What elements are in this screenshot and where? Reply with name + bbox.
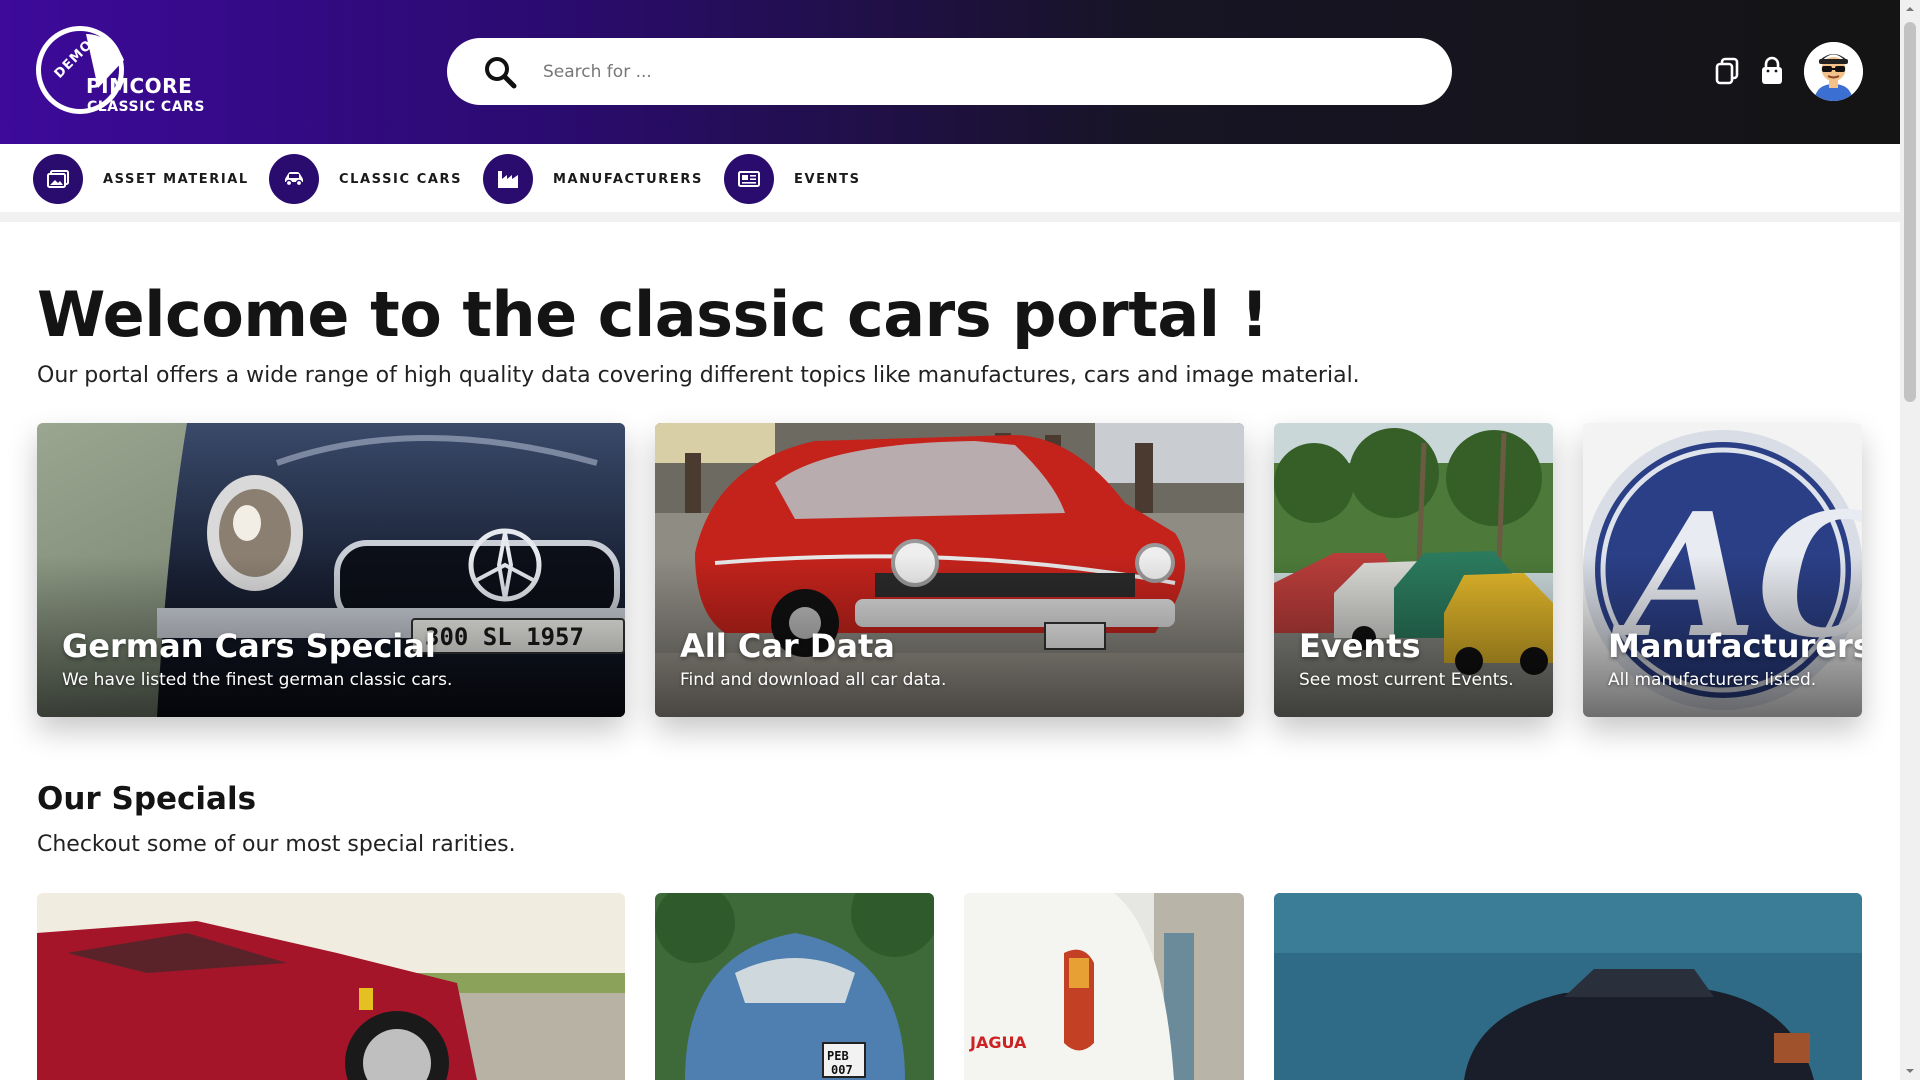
user-avatar[interactable] — [1804, 42, 1863, 101]
pimcore-logo[interactable]: DEMO PIMCORE CLASSIC CARS — [36, 26, 206, 118]
search-bar — [447, 38, 1452, 105]
search-icon[interactable] — [483, 55, 517, 89]
car-icon — [285, 172, 303, 187]
card-description: All manufacturers listed. — [1608, 670, 1817, 690]
scrollbar-thumb[interactable] — [1904, 22, 1916, 402]
special-card-fiat[interactable] — [1274, 893, 1862, 1080]
specials-title: Our Specials — [37, 781, 257, 817]
svg-text:JAGUA: JAGUA — [969, 1033, 1027, 1052]
card-description: See most current Events. — [1299, 670, 1514, 690]
card-title: Manufacturers — [1608, 627, 1862, 665]
nav-label: CLASSIC CARS — [339, 171, 463, 187]
nav-icon-circle — [483, 154, 533, 204]
nav-item-classic-cars[interactable]: CLASSIC CARS — [269, 154, 462, 204]
blue-beetle-image: PEB 007 — [655, 893, 934, 1080]
nav-item-events[interactable]: EVENTS — [724, 154, 861, 204]
card-events[interactable]: Events See most current Events. — [1274, 423, 1553, 717]
card-german-cars-special[interactable]: 300 SL 1957 German Cars Special We have … — [37, 423, 625, 717]
nav-item-asset-material[interactable]: ASSET MATERIAL — [33, 154, 249, 204]
nav-icon-circle — [724, 154, 774, 204]
nav-label: MANUFACTURERS — [553, 171, 703, 187]
card-title: German Cars Special — [62, 627, 436, 665]
special-card-beetle[interactable]: PEB 007 — [655, 893, 934, 1080]
svg-text:PEB: PEB — [827, 1049, 849, 1063]
nav-icon-circle — [269, 154, 319, 204]
special-card-ferrari[interactable] — [37, 893, 625, 1080]
nav-label: ASSET MATERIAL — [103, 171, 249, 187]
card-title: All Car Data — [680, 627, 895, 665]
svg-text:007: 007 — [831, 1063, 853, 1077]
factory-icon — [498, 171, 518, 188]
page-subtitle: Our portal offers a wide range of high q… — [37, 363, 1360, 388]
card-title: Events — [1299, 627, 1421, 665]
black-fiat-sea-image — [1274, 893, 1862, 1080]
specials-subtitle: Checkout some of our most special rariti… — [37, 832, 516, 857]
white-jaguar-image: JAGUA — [964, 893, 1244, 1080]
image-icon — [47, 170, 69, 188]
card-manufacturers[interactable]: AC Manufacturers All manufacturers liste… — [1583, 423, 1862, 717]
logo-name: PIMCORE — [86, 74, 193, 98]
page-scrollbar[interactable] — [1900, 0, 1920, 1080]
nav-icon-circle — [33, 154, 83, 204]
card-description: Find and download all car data. — [680, 670, 947, 690]
page-title: Welcome to the classic cars portal ! — [37, 278, 1269, 351]
special-card-jaguar[interactable]: JAGUA — [964, 893, 1244, 1080]
avatar-icon — [1804, 42, 1863, 101]
shopping-bag-icon[interactable] — [1757, 56, 1787, 86]
logo-subtitle: CLASSIC CARS — [87, 99, 205, 115]
scroll-up-icon[interactable] — [1905, 4, 1915, 14]
top-header: DEMO PIMCORE CLASSIC CARS — [0, 0, 1900, 144]
scroll-down-icon[interactable] — [1905, 1066, 1915, 1076]
nav-label: EVENTS — [794, 171, 861, 187]
search-input[interactable] — [543, 52, 1403, 92]
copy-icon[interactable] — [1712, 56, 1742, 86]
nav-item-manufacturers[interactable]: MANUFACTURERS — [483, 154, 703, 204]
newspaper-icon — [738, 171, 760, 187]
card-description: We have listed the finest german classic… — [62, 670, 453, 690]
red-ferrari-image — [37, 893, 625, 1080]
card-all-car-data[interactable]: All Car Data Find and download all car d… — [655, 423, 1244, 717]
nav-divider — [0, 212, 1900, 222]
main-nav: ASSET MATERIAL CLASSIC CARS MANUFACTURER… — [0, 144, 1900, 212]
